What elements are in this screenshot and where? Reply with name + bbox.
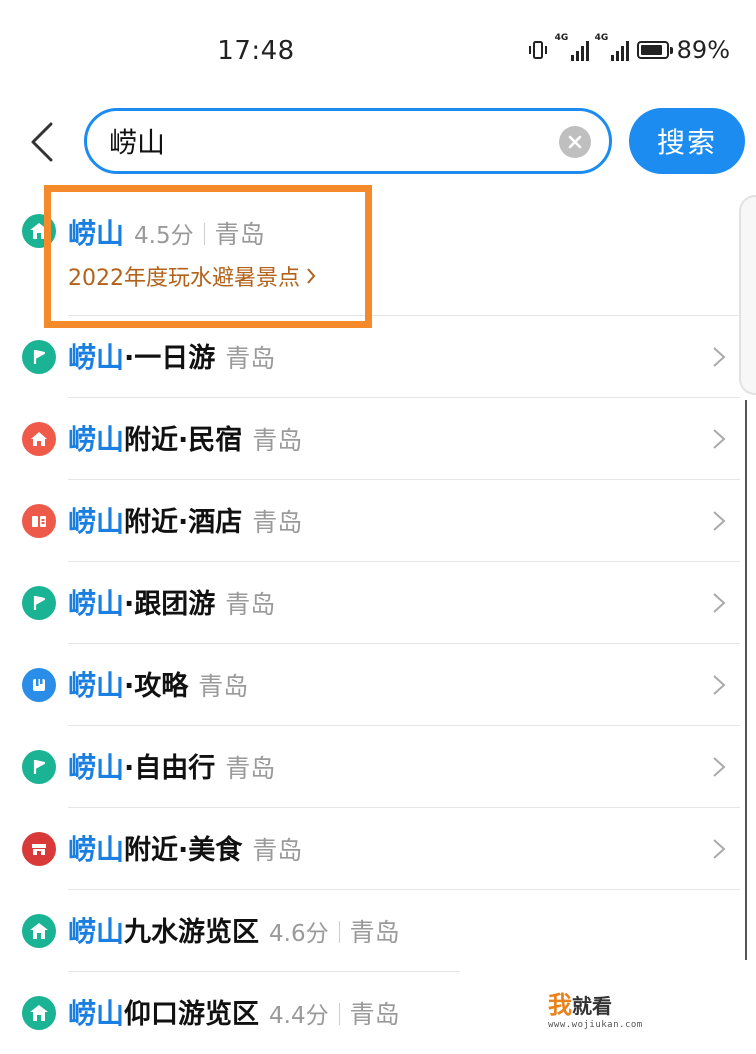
city-text: 青岛 <box>214 220 265 249</box>
chevron-right-icon <box>713 675 726 695</box>
suggestion-title: 崂山 附近·民宿 青岛 <box>68 418 302 458</box>
status-bar: 17:48 4G 4G 89% <box>0 0 756 105</box>
suggestion-item-day-tour[interactable]: 崂山 ·一日游 青岛 <box>0 316 740 398</box>
chevron-right-icon <box>713 839 726 859</box>
suggestion-item-laoshan[interactable]: 崂山 4.5分 青岛 2022年度玩水避暑景点 <box>0 190 740 316</box>
suggestion-rest-text: ·自由行 <box>124 753 216 784</box>
chevron-right-icon <box>713 757 726 777</box>
scenic-spot-icon <box>22 996 56 1030</box>
search-button[interactable]: 搜索 <box>629 108 745 174</box>
keyword-text: 崂山 <box>68 587 125 620</box>
rating-text: 4.6分 <box>269 921 329 947</box>
chevron-right-icon <box>713 347 726 367</box>
side-drawer-handle[interactable] <box>739 195 756 395</box>
separator <box>338 921 340 943</box>
hotel-icon <box>22 504 56 538</box>
suggestion-title: 崂山 ·攻略 青岛 <box>68 664 248 704</box>
suggestion-item-homestay[interactable]: 崂山 附近·民宿 青岛 <box>0 398 740 480</box>
watermark-title: 我就看 <box>548 985 654 1020</box>
search-input[interactable] <box>109 121 529 161</box>
search-box[interactable] <box>84 108 612 174</box>
keyword-text: 崂山 <box>68 423 125 456</box>
keyword-text: 崂山 <box>68 997 125 1030</box>
city-text: 青岛 <box>225 344 276 373</box>
chevron-right-icon <box>713 511 726 531</box>
watermark-url: www.wojiukan.com <box>548 1020 643 1030</box>
rating-text: 4.5分 <box>134 223 194 249</box>
suggestion-rest-text: 附近·美食 <box>124 835 243 866</box>
watermark-logo: 我就看 www.wojiukan.com <box>548 985 654 1030</box>
suggestion-rest-text: ·跟团游 <box>124 589 216 620</box>
suggestion-rest-text: ·攻略 <box>124 671 189 702</box>
clear-button[interactable] <box>559 126 591 158</box>
keyword-text: 崂山 <box>68 505 125 538</box>
flag-icon <box>22 750 56 784</box>
promo-text: 2022年度玩水避暑景点 <box>68 266 300 291</box>
battery-icon <box>636 41 673 59</box>
suggestion-title: 崂山 ·跟团游 青岛 <box>68 582 275 622</box>
house-icon <box>22 422 56 456</box>
keyword-text: 崂山 <box>68 915 125 948</box>
suggestion-item-free-travel[interactable]: 崂山 ·自由行 青岛 <box>0 726 740 808</box>
chevron-right-icon <box>307 268 316 284</box>
city-text: 青岛 <box>198 672 249 701</box>
promo-link[interactable]: 2022年度玩水避暑景点 <box>68 260 316 292</box>
suggestion-item-hotel[interactable]: 崂山 附近·酒店 青岛 <box>0 480 740 562</box>
keyword-text: 崂山 <box>68 217 125 250</box>
keyword-text: 崂山 <box>68 341 125 374</box>
city-text: 青岛 <box>252 426 303 455</box>
suggestion-item-guide[interactable]: 崂山 ·攻略 青岛 <box>0 644 740 726</box>
suggestion-title: 崂山 仰口游览区 4.4分 青岛 <box>68 992 400 1032</box>
watermark-text: 就看 <box>572 994 612 1018</box>
status-indicators: 4G 4G 89% <box>527 33 730 64</box>
flag-icon <box>22 340 56 374</box>
guide-book-icon <box>22 668 56 702</box>
keyword-text: 崂山 <box>68 751 125 784</box>
suggestion-rest-text: 附近·酒店 <box>124 507 243 538</box>
city-text: 青岛 <box>252 836 303 865</box>
suggestion-rest-text: ·一日游 <box>124 343 216 374</box>
signal-icon-sim1: 4G <box>555 33 589 61</box>
chevron-right-icon <box>713 593 726 613</box>
suggestion-item-group-tour[interactable]: 崂山 ·跟团游 青岛 <box>0 562 740 644</box>
suggestion-list: 崂山 4.5分 青岛 2022年度玩水避暑景点 崂山 ·一日游 青岛 崂山 附近·民宿… <box>0 190 740 1054</box>
chevron-left-icon <box>31 122 53 162</box>
keyword-text: 崂山 <box>68 833 125 866</box>
suggestion-title: 崂山 九水游览区 4.6分 青岛 <box>68 910 400 950</box>
suggestion-rest-text: 仰口游览区 <box>124 999 260 1030</box>
flag-icon <box>22 586 56 620</box>
keyword-text: 崂山 <box>68 669 125 702</box>
separator <box>203 223 205 245</box>
suggestion-title: 崂山 ·自由行 青岛 <box>68 746 275 786</box>
suggestion-title: 崂山 附近·酒店 青岛 <box>68 500 302 540</box>
suggestion-item-jiushui[interactable]: 崂山 九水游览区 4.6分 青岛 <box>0 890 740 972</box>
city-text: 青岛 <box>349 1000 400 1029</box>
scroll-indicator <box>745 400 747 960</box>
back-button[interactable] <box>22 120 62 164</box>
watermark-accent: 我 <box>548 991 572 1019</box>
city-text: 青岛 <box>252 508 303 537</box>
scenic-spot-icon <box>22 914 56 948</box>
city-text: 青岛 <box>225 754 276 783</box>
suggestion-rest-text: 九水游览区 <box>124 917 260 948</box>
close-icon <box>568 135 582 149</box>
status-time: 17:48 <box>217 36 295 66</box>
city-text: 青岛 <box>225 590 276 619</box>
food-store-icon <box>22 832 56 866</box>
battery-percent: 89% <box>676 36 730 64</box>
city-text: 青岛 <box>349 918 400 947</box>
suggestion-rest-text: 附近·民宿 <box>124 425 243 456</box>
rating-text: 4.4分 <box>269 1003 329 1029</box>
suggestion-title: 崂山 ·一日游 青岛 <box>68 336 275 376</box>
suggestion-item-food[interactable]: 崂山 附近·美食 青岛 <box>0 808 740 890</box>
separator <box>338 1003 340 1025</box>
chevron-right-icon <box>713 429 726 449</box>
vibrate-icon <box>528 41 547 59</box>
signal-icon-sim2: 4G <box>595 33 629 61</box>
suggestion-title: 崂山 附近·美食 青岛 <box>68 828 302 868</box>
scenic-spot-icon <box>22 214 56 248</box>
suggestion-title: 崂山 4.5分 青岛 <box>68 212 265 252</box>
